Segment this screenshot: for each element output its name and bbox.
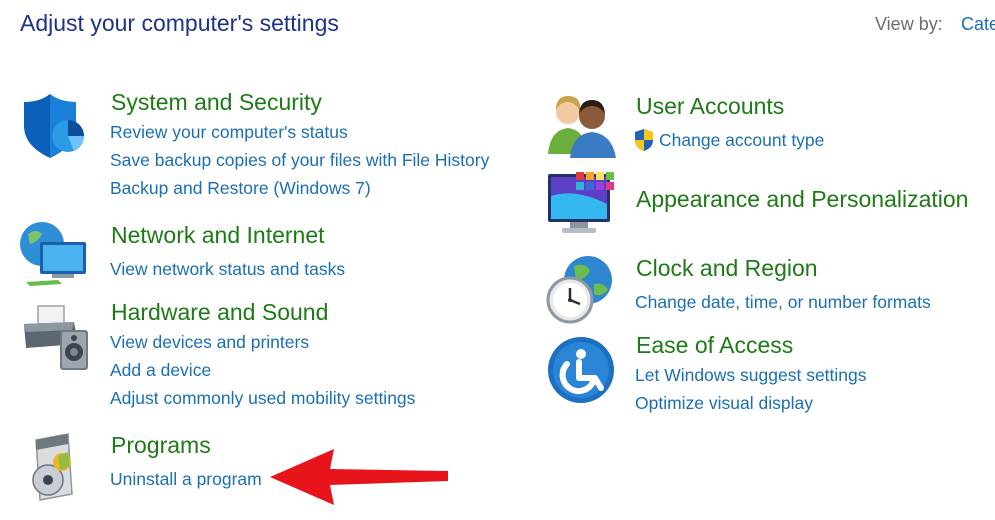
category-title-programs[interactable]: Programs	[111, 432, 211, 459]
ease-of-access-icon[interactable]	[545, 334, 617, 406]
uac-shield-icon	[635, 129, 653, 151]
annotation-arrow-icon	[270, 449, 448, 505]
monitor-palette-icon[interactable]	[546, 168, 618, 240]
link-mobility-settings[interactable]: Adjust commonly used mobility settings	[110, 384, 415, 412]
category-title-clock-region[interactable]: Clock and Region	[636, 255, 818, 282]
view-by-dropdown[interactable]: Cate	[961, 14, 995, 35]
link-optimize-visual[interactable]: Optimize visual display	[635, 389, 867, 417]
shield-icon[interactable]	[18, 90, 90, 162]
category-title-system-security[interactable]: System and Security	[111, 89, 322, 116]
link-change-account-type-label: Change account type	[659, 130, 825, 150]
users-icon[interactable]	[546, 90, 618, 162]
link-network-status[interactable]: View network status and tasks	[110, 255, 345, 283]
link-file-history[interactable]: Save backup copies of your files with Fi…	[110, 146, 489, 174]
link-date-time-formats[interactable]: Change date, time, or number formats	[635, 288, 931, 316]
category-title-user-accounts[interactable]: User Accounts	[636, 93, 784, 120]
network-globe-icon[interactable]	[18, 218, 90, 290]
link-suggest-settings[interactable]: Let Windows suggest settings	[635, 361, 867, 389]
link-backup-restore[interactable]: Backup and Restore (Windows 7)	[110, 174, 489, 202]
link-review-status[interactable]: Review your computer's status	[110, 118, 489, 146]
category-title-network-internet[interactable]: Network and Internet	[111, 222, 325, 249]
page-title: Adjust your computer's settings	[20, 10, 339, 36]
category-title-appearance[interactable]: Appearance and Personalization	[636, 186, 968, 213]
link-change-account-type[interactable]: Change account type	[633, 126, 824, 154]
link-uninstall-program[interactable]: Uninstall a program	[110, 465, 262, 493]
printer-speaker-icon[interactable]	[20, 300, 92, 372]
clock-globe-icon[interactable]	[544, 254, 616, 326]
category-title-hardware-sound[interactable]: Hardware and Sound	[111, 299, 328, 326]
view-by-label: View by:	[875, 14, 943, 34]
programs-disc-icon[interactable]	[22, 430, 94, 502]
link-devices-printers[interactable]: View devices and printers	[110, 328, 415, 356]
link-add-device[interactable]: Add a device	[110, 356, 415, 384]
category-title-ease-of-access[interactable]: Ease of Access	[636, 332, 793, 359]
